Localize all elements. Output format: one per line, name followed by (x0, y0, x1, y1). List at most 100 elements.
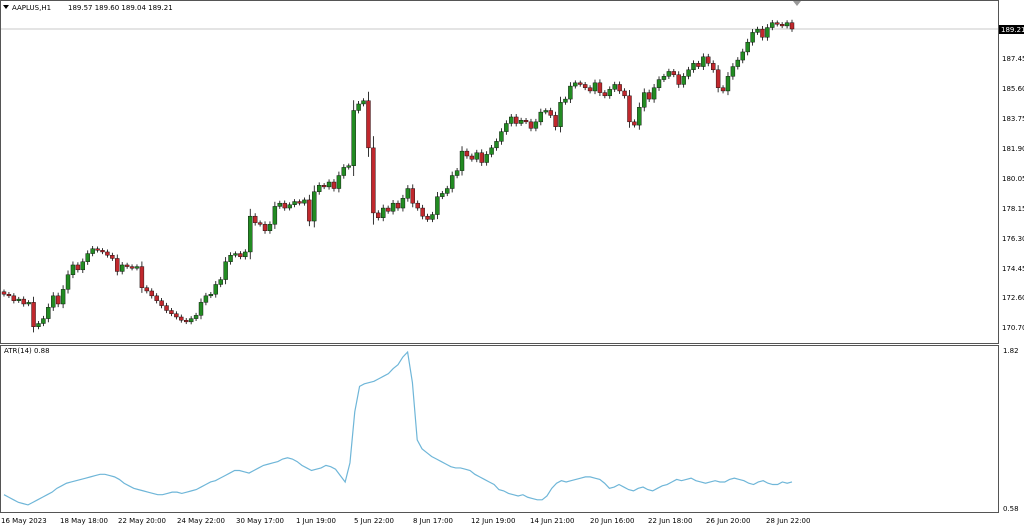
candle-body (119, 264, 125, 272)
indicator-panel-frame (0, 345, 999, 513)
time-axis-label: 18 May 18:00 (60, 517, 108, 525)
candle-body (188, 318, 194, 323)
candle-body (425, 215, 430, 220)
candle-body (484, 154, 489, 163)
candle-body (248, 215, 253, 253)
candle-body (573, 82, 578, 87)
candle-body (282, 202, 287, 209)
candle-body (292, 201, 297, 205)
candle-body (312, 191, 317, 222)
candle-body (686, 69, 691, 77)
candle-body (617, 84, 622, 92)
candle-body (51, 295, 56, 308)
candle-body (302, 199, 307, 204)
candle-body (297, 201, 302, 204)
candle-body (587, 87, 593, 92)
time-axis-label: 12 Jun 19:00 (471, 517, 515, 525)
candle-body (100, 250, 105, 253)
candle-body (341, 167, 347, 176)
candle-body (602, 92, 608, 97)
ohlc-label: 189.57 189.60 189.04 189.21 (68, 4, 173, 12)
candle-body (110, 254, 115, 259)
candle-body (36, 323, 41, 327)
candle-body (558, 102, 563, 127)
candle-body (366, 100, 371, 149)
candle-body (642, 92, 647, 108)
price-axis-label: 170.70 (1002, 324, 1024, 332)
candle-body (252, 215, 258, 223)
atr-axis: 1.82 0.58 (1003, 347, 1019, 513)
candle-body (656, 79, 662, 88)
candle-body (415, 202, 420, 209)
candle-body (203, 295, 209, 303)
candle-body (676, 74, 681, 85)
candle-body (16, 298, 21, 301)
candle-body (533, 121, 539, 129)
candle-body (435, 196, 440, 215)
candle-body (509, 116, 514, 124)
candle-body (80, 261, 86, 271)
candle-body (272, 206, 278, 225)
candle-body (213, 284, 218, 295)
candle-body (243, 251, 248, 258)
price-axis-label: 172.60 (1002, 294, 1024, 302)
candle-body (775, 22, 780, 25)
candle-body (351, 110, 356, 166)
candle-body (612, 84, 617, 90)
candle-body (523, 120, 529, 123)
candle-body (646, 92, 652, 100)
candle-body (336, 175, 342, 189)
candle-body (637, 107, 642, 126)
candle-body (31, 302, 36, 327)
candle-body (548, 110, 553, 116)
candle-body (568, 85, 573, 100)
candle-body (356, 103, 361, 111)
candle-body (60, 289, 66, 305)
candle-body (701, 56, 706, 67)
candle-body (228, 254, 233, 262)
candle-body (208, 294, 214, 297)
candle-body (474, 152, 479, 160)
candle-body (420, 207, 425, 217)
price-axis-label: 178.15 (1002, 205, 1024, 213)
candle-body (755, 28, 760, 33)
candle-body (70, 264, 76, 275)
candle-body (582, 84, 588, 88)
candle-body (198, 302, 204, 316)
candle-body (504, 123, 509, 132)
candle-body (543, 110, 548, 113)
candle-body (607, 89, 612, 97)
candle-body (267, 224, 273, 232)
candle-body (179, 316, 184, 321)
candle-body (578, 82, 583, 85)
candle-body (75, 264, 81, 271)
candle-body (95, 248, 100, 251)
candle-body (149, 290, 154, 297)
candle-body (696, 63, 701, 67)
candle-body (528, 121, 534, 129)
candle-body (331, 181, 337, 189)
candle-body (376, 212, 381, 218)
candle-body (627, 95, 632, 123)
time-axis-label: 20 Jun 16:00 (590, 517, 634, 525)
candle-body (735, 59, 741, 67)
candle-body (184, 320, 189, 323)
price-axis-label: 187.45 (1002, 55, 1024, 63)
candle-body (233, 253, 238, 256)
candle-body (361, 100, 366, 105)
time-axis-label: 8 Jun 17:00 (413, 517, 453, 525)
atr-axis-label: 1.82 (1003, 347, 1019, 355)
price-chart-svg: AAPLUS,H1 189.57 189.60 189.04 189.21 AT… (0, 0, 1024, 525)
candle-body (307, 199, 312, 222)
candle-body (405, 188, 411, 199)
candle-body (666, 71, 672, 77)
candle-body (514, 116, 519, 124)
candle-body (115, 258, 120, 272)
candle-body (760, 28, 765, 38)
candle-body (440, 193, 445, 197)
candle-body (445, 188, 450, 194)
candle-body (400, 198, 406, 209)
candle-body (479, 152, 484, 163)
candle-body (789, 22, 795, 30)
candle-body (745, 41, 750, 53)
